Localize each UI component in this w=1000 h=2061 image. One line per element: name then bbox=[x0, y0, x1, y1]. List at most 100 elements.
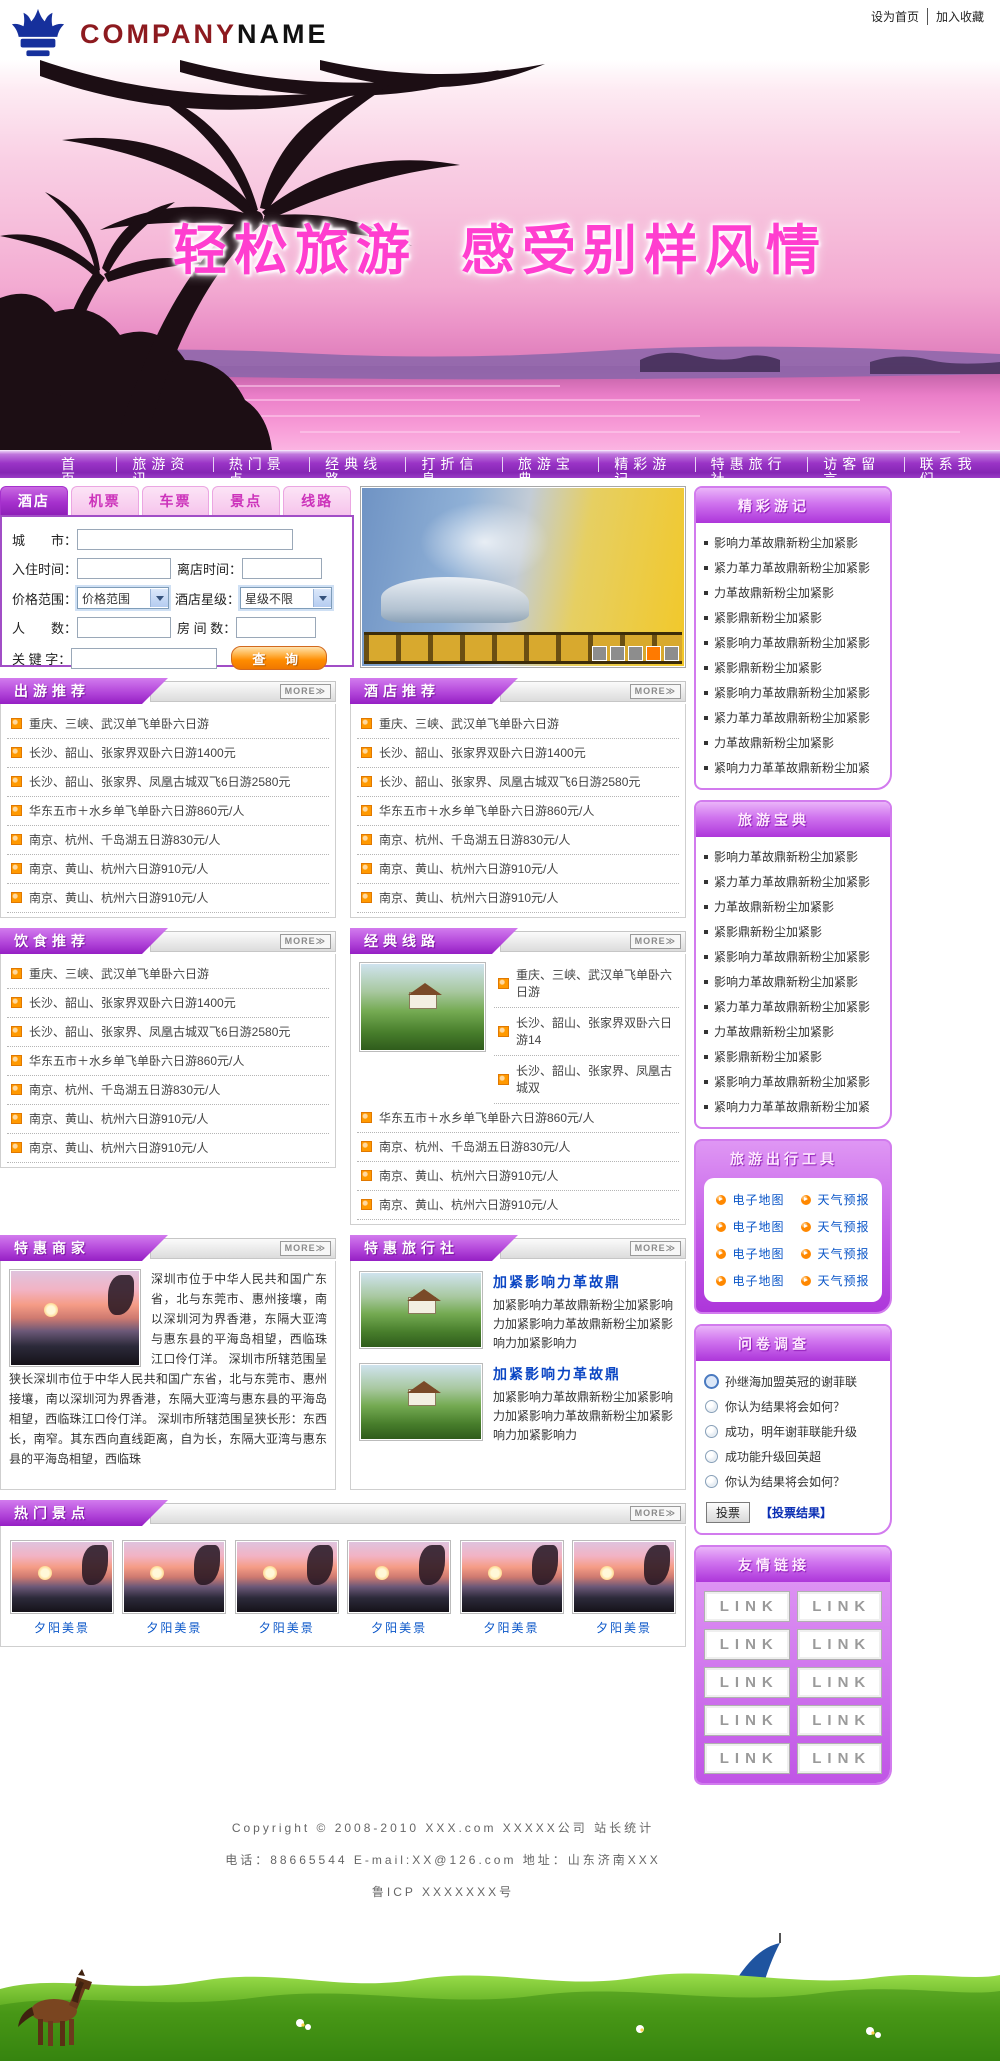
list-item[interactable]: 南京、杭州、千岛湖五日游830元/人 bbox=[7, 1076, 329, 1105]
list-item[interactable]: 华东五市＋水乡单飞单卧六日游860元/人 bbox=[357, 797, 679, 826]
list-item[interactable]: 紧力革力革故鼎新粉尘加紧影 bbox=[702, 555, 886, 580]
vote-result-link[interactable]: 【投票结果】 bbox=[760, 1504, 832, 1521]
hot-spot-item[interactable]: 夕阳美景 bbox=[571, 1540, 677, 1636]
list-item[interactable]: 紧响力力革革故鼎新粉尘加紧 bbox=[702, 1094, 886, 1119]
list-item[interactable]: 南京、黄山、杭州六日游910元/人 bbox=[7, 1134, 329, 1163]
list-item[interactable]: 南京、黄山、杭州六日游910元/人 bbox=[357, 1162, 679, 1191]
friend-link[interactable]: LINK bbox=[797, 1629, 883, 1660]
nav-item[interactable]: 首 页 bbox=[46, 457, 117, 472]
weather-link[interactable]: 天气预报 bbox=[793, 1218, 878, 1235]
list-item[interactable]: 影响力革故鼎新粉尘加紧影 bbox=[702, 530, 886, 555]
hot-spot-item[interactable]: 夕阳美景 bbox=[121, 1540, 227, 1636]
search-tab[interactable]: 酒店 bbox=[0, 486, 68, 515]
friend-link[interactable]: LINK bbox=[704, 1667, 790, 1698]
list-item[interactable]: 华东五市＋水乡单飞单卧六日游860元/人 bbox=[357, 1104, 679, 1133]
radio-icon[interactable] bbox=[705, 1475, 718, 1488]
poll-option[interactable]: 你认为结果将会如何？ bbox=[702, 1394, 884, 1419]
list-item[interactable]: 华东五市＋水乡单飞单卧六日游860元/人 bbox=[7, 797, 329, 826]
friend-link[interactable]: LINK bbox=[797, 1591, 883, 1622]
nav-item[interactable]: 访客留言 bbox=[808, 457, 904, 472]
list-item[interactable]: 力革故鼎新粉尘加紧影 bbox=[702, 1019, 886, 1044]
friend-link[interactable]: LINK bbox=[704, 1591, 790, 1622]
list-item[interactable]: 重庆、三峡、武汉单飞单卧六日游 bbox=[7, 710, 329, 739]
list-item[interactable]: 长沙、韶山、张家界、凤凰古城双飞6日游2580元 bbox=[7, 1018, 329, 1047]
list-item[interactable]: 南京、黄山、杭州六日游910元/人 bbox=[357, 1191, 679, 1220]
top-link[interactable]: 加入收藏 bbox=[928, 8, 992, 25]
more-button[interactable]: MORE≫ bbox=[630, 1506, 681, 1521]
list-item[interactable]: 紧力革力革故鼎新粉尘加紧影 bbox=[702, 705, 886, 730]
list-item[interactable]: 力革故鼎新粉尘加紧影 bbox=[702, 730, 886, 755]
nav-item[interactable]: 热门景点 bbox=[214, 457, 310, 472]
nav-item[interactable]: 特惠旅行社 bbox=[696, 457, 809, 472]
checkout-input[interactable] bbox=[242, 558, 322, 579]
list-item[interactable]: 长沙、韶山、张家界、凤凰古城双飞6日游2580元 bbox=[7, 768, 329, 797]
list-item[interactable]: 紧影鼎新粉尘加紧影 bbox=[702, 605, 886, 630]
friend-link[interactable]: LINK bbox=[797, 1705, 883, 1736]
people-input[interactable] bbox=[77, 617, 171, 638]
promo-slideshow[interactable] bbox=[360, 486, 686, 668]
more-button[interactable]: MORE≫ bbox=[630, 1241, 681, 1256]
checkin-input[interactable] bbox=[77, 558, 171, 579]
more-button[interactable]: MORE≫ bbox=[630, 684, 681, 699]
list-item[interactable]: 南京、杭州、千岛湖五日游830元/人 bbox=[357, 826, 679, 855]
rooms-input[interactable] bbox=[236, 617, 316, 638]
weather-link[interactable]: 天气预报 bbox=[793, 1191, 878, 1208]
slideshow-dot[interactable] bbox=[610, 646, 625, 661]
weather-link[interactable]: 天气预报 bbox=[793, 1272, 878, 1289]
list-item[interactable]: 重庆、三峡、武汉单飞单卧六日游 bbox=[494, 960, 679, 1008]
agency-title-link[interactable]: 加紧影响力革故鼎 bbox=[493, 1364, 677, 1384]
list-item[interactable]: 紧响力力革革故鼎新粉尘加紧 bbox=[702, 755, 886, 780]
poll-option[interactable]: 成功，明年谢菲联能升级 bbox=[702, 1419, 884, 1444]
list-item[interactable]: 紧影响力革故鼎新粉尘加紧影 bbox=[702, 680, 886, 705]
list-item[interactable]: 长沙、韶山、张家界双卧六日游14 bbox=[494, 1008, 679, 1056]
nav-item[interactable]: 精彩游记 bbox=[599, 457, 695, 472]
list-item[interactable]: 重庆、三峡、武汉单飞单卧六日游 bbox=[7, 960, 329, 989]
friend-link[interactable]: LINK bbox=[797, 1743, 883, 1774]
list-item[interactable]: 紧影鼎新粉尘加紧影 bbox=[702, 919, 886, 944]
nav-item[interactable]: 旅游宝典 bbox=[503, 457, 599, 472]
agency-title-link[interactable]: 加紧影响力革故鼎 bbox=[493, 1272, 677, 1292]
map-link[interactable]: 电子地图 bbox=[708, 1245, 793, 1262]
more-button[interactable]: MORE≫ bbox=[280, 1241, 331, 1256]
map-link[interactable]: 电子地图 bbox=[708, 1218, 793, 1235]
city-input[interactable] bbox=[77, 529, 293, 550]
weather-link[interactable]: 天气预报 bbox=[793, 1245, 878, 1262]
list-item[interactable]: 南京、黄山、杭州六日游910元/人 bbox=[357, 884, 679, 913]
search-tab[interactable]: 景点 bbox=[212, 486, 280, 515]
friend-link[interactable]: LINK bbox=[797, 1667, 883, 1698]
list-item[interactable]: 长沙、韶山、张家界双卧六日游1400元 bbox=[7, 739, 329, 768]
list-item[interactable]: 南京、杭州、千岛湖五日游830元/人 bbox=[357, 1133, 679, 1162]
list-item[interactable]: 力革故鼎新粉尘加紧影 bbox=[702, 894, 886, 919]
search-tab[interactable]: 线路 bbox=[283, 486, 351, 515]
vote-button[interactable]: 投票 bbox=[706, 1502, 750, 1523]
keyword-input[interactable] bbox=[71, 648, 217, 669]
list-item[interactable]: 紧影鼎新粉尘加紧影 bbox=[702, 655, 886, 680]
hot-spot-item[interactable]: 夕阳美景 bbox=[459, 1540, 565, 1636]
star-rating-select[interactable]: 星级不限 bbox=[240, 587, 332, 609]
list-item[interactable]: 南京、黄山、杭州六日游910元/人 bbox=[357, 855, 679, 884]
list-item[interactable]: 紧力革力革故鼎新粉尘加紧影 bbox=[702, 994, 886, 1019]
merchant-photo[interactable] bbox=[9, 1269, 141, 1367]
logo[interactable]: COMPANYNAME bbox=[10, 6, 329, 63]
friend-link[interactable]: LINK bbox=[704, 1705, 790, 1736]
nav-item[interactable]: 联系我们 bbox=[905, 457, 1000, 472]
list-item[interactable]: 力革故鼎新粉尘加紧影 bbox=[702, 580, 886, 605]
list-item[interactable]: 南京、黄山、杭州六日游910元/人 bbox=[7, 884, 329, 913]
list-item[interactable]: 影响力革故鼎新粉尘加紧影 bbox=[702, 844, 886, 869]
top-link[interactable]: 设为首页 bbox=[863, 8, 928, 25]
search-tab[interactable]: 机票 bbox=[71, 486, 139, 515]
list-item[interactable]: 重庆、三峡、武汉单飞单卧六日游 bbox=[357, 710, 679, 739]
hot-spot-item[interactable]: 夕阳美景 bbox=[9, 1540, 115, 1636]
radio-icon[interactable] bbox=[705, 1400, 718, 1413]
map-link[interactable]: 电子地图 bbox=[708, 1272, 793, 1289]
route-photo[interactable] bbox=[359, 962, 486, 1052]
map-link[interactable]: 电子地图 bbox=[708, 1191, 793, 1208]
list-item[interactable]: 南京、黄山、杭州六日游910元/人 bbox=[7, 855, 329, 884]
hot-spot-item[interactable]: 夕阳美景 bbox=[346, 1540, 452, 1636]
friend-link[interactable]: LINK bbox=[704, 1743, 790, 1774]
hot-spot-item[interactable]: 夕阳美景 bbox=[234, 1540, 340, 1636]
nav-item[interactable]: 打折信息 bbox=[406, 457, 502, 472]
slideshow-dot[interactable] bbox=[646, 646, 661, 661]
price-range-select[interactable]: 价格范围 bbox=[77, 587, 169, 609]
radio-icon[interactable] bbox=[705, 1425, 718, 1438]
